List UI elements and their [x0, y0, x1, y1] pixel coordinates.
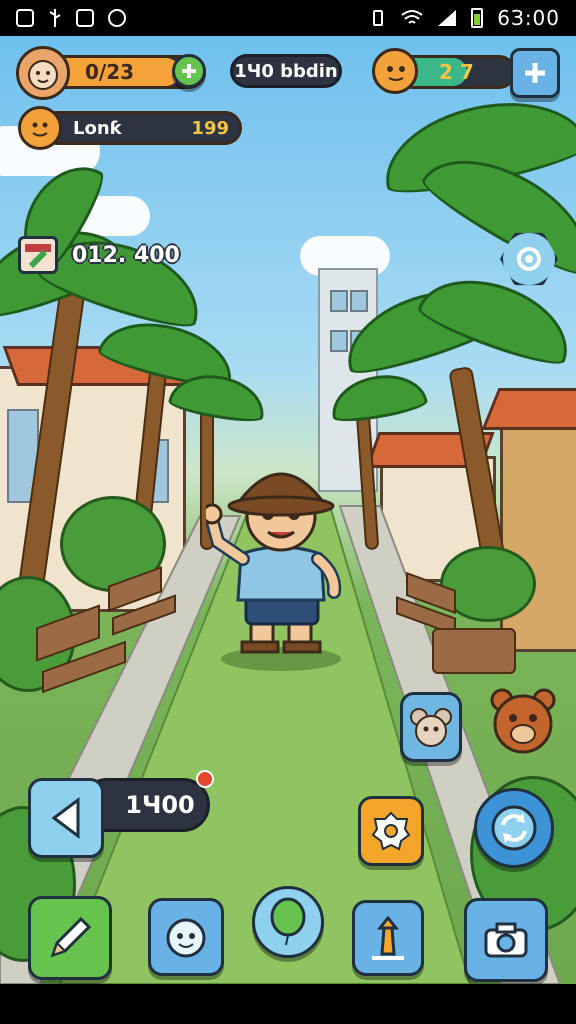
gallery-icon: [16, 9, 34, 27]
player-emblem: [18, 106, 62, 150]
face-icon: [28, 60, 58, 90]
back-button[interactable]: [28, 778, 104, 858]
status-right-icons: 6З:00: [369, 6, 560, 30]
quest-card-button[interactable]: [18, 236, 58, 274]
chevron-left-icon: [51, 797, 80, 839]
camera-icon: [484, 922, 528, 958]
app-icon: [76, 9, 94, 27]
pet-icon: [387, 66, 405, 81]
xp-text: 0/23: [85, 60, 135, 84]
energy-add-button[interactable]: [510, 48, 560, 98]
game-scene[interactable]: 0/23 1Ч0 bbdin 2 7 Lonƙ 199 012. 400 1Ч0…: [0, 36, 576, 984]
vibrate-icon: [373, 10, 384, 26]
crate: [432, 628, 516, 678]
plus-icon: [525, 63, 545, 83]
camera-button[interactable]: [464, 898, 548, 982]
crate-top: [432, 628, 516, 674]
balloon-button[interactable]: [252, 886, 324, 958]
refresh-button[interactable]: [474, 788, 554, 868]
player-score: 199: [191, 117, 229, 139]
clock: 6З:00: [497, 6, 560, 30]
gear-icon: [517, 247, 541, 271]
wifi-icon: [401, 10, 423, 24]
companion-card[interactable]: [400, 692, 462, 762]
tower-button[interactable]: [352, 900, 424, 976]
distance-marker: [196, 770, 214, 788]
player-info-bar: Lonƙ 199: [40, 111, 242, 145]
energy-pet-avatar: [372, 48, 418, 94]
battery-icon: [471, 8, 484, 28]
signal-icon: [438, 10, 457, 26]
energy-text: 2 7: [439, 60, 474, 84]
center-label-pill: 1Ч0 bbdin: [230, 54, 342, 88]
distance-text: 1Ч00: [125, 791, 195, 819]
usb-icon: [49, 9, 61, 27]
pencil-button[interactable]: [28, 896, 112, 980]
balloon-icon: [270, 897, 306, 946]
status-bar: 6З:00: [0, 0, 576, 36]
companion-button[interactable]: [148, 898, 224, 976]
app-icon: [108, 9, 126, 27]
center-label: 1Ч0 bbdin: [234, 60, 338, 82]
navigation-bar: [0, 984, 576, 1024]
bench: [108, 566, 178, 646]
player-avatar[interactable]: [16, 46, 70, 100]
badge-button[interactable]: [358, 796, 424, 866]
xp-add-button[interactable]: [172, 54, 206, 88]
player-name: Lonƙ: [73, 117, 122, 139]
badge-icon: [371, 811, 411, 851]
face-icon: [166, 918, 206, 958]
timer-row: 012. 400: [18, 236, 180, 274]
tower-icon: [372, 915, 404, 960]
player-character[interactable]: [206, 454, 356, 674]
smile-icon: [32, 122, 48, 137]
plus-icon: [182, 64, 196, 78]
mouse-icon: [410, 708, 452, 747]
timer-text: 012. 400: [72, 242, 180, 268]
status-left-icons: [16, 8, 126, 28]
ticket-icon: [25, 244, 51, 268]
pencil-icon: [50, 916, 92, 958]
refresh-icon: [491, 805, 537, 851]
bear-npc[interactable]: [488, 686, 558, 756]
